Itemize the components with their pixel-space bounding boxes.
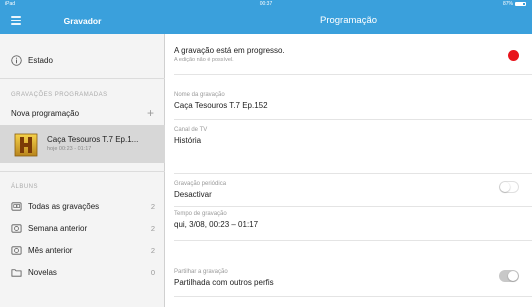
field-value: qui, 3/08, 00:23 – 01:17 bbox=[174, 220, 259, 229]
album-item-todas[interactable]: Todas as gravações 2 bbox=[0, 199, 165, 213]
section-header-scheduled: GRAVAÇÕES PROGRAMADAS bbox=[11, 92, 108, 98]
field-value: Desactivar bbox=[174, 190, 212, 199]
recording-name-field: Nome da gravação Caça Tesouros T.7 Ep.15… bbox=[174, 92, 522, 110]
album-count: 2 bbox=[150, 245, 155, 255]
album-icon bbox=[11, 223, 22, 233]
album-label: Mês anterior bbox=[28, 245, 73, 255]
field-label: Nome da gravação bbox=[174, 92, 225, 98]
divider bbox=[174, 74, 532, 75]
toggle-knob bbox=[500, 182, 510, 192]
divider bbox=[174, 240, 532, 241]
scheduled-item-subtitle: hoje 00:23 - 01:17 bbox=[47, 146, 92, 152]
page-title: Programação bbox=[319, 15, 378, 26]
album-item-novelas[interactable]: Novelas 0 bbox=[0, 265, 165, 279]
album-item-semana[interactable]: Semana anterior 2 bbox=[0, 221, 165, 235]
album-count: 2 bbox=[150, 201, 155, 211]
sidebar-item-estado[interactable]: Estado bbox=[0, 53, 165, 67]
share-recording-toggle[interactable] bbox=[499, 270, 519, 282]
recording-status-text: A gravação está em progresso. bbox=[174, 46, 285, 55]
field-value: História bbox=[174, 136, 202, 145]
toggle-knob bbox=[508, 271, 518, 281]
album-count: 2 bbox=[150, 223, 155, 233]
new-schedule-label: Nova programação bbox=[11, 108, 80, 118]
album-label: Todas as gravações bbox=[28, 201, 100, 211]
sidebar: Estado GRAVAÇÕES PROGRAMADAS Nova progra… bbox=[0, 34, 165, 307]
divider bbox=[174, 173, 532, 174]
field-value: Caça Tesouros T.7 Ep.152 bbox=[174, 101, 268, 110]
scheduled-item-title: Caça Tesouros T.7 Ep.1... bbox=[47, 135, 139, 144]
recording-status: A gravação está em progresso. A edição n… bbox=[174, 46, 522, 63]
periodic-recording-toggle[interactable] bbox=[499, 181, 519, 193]
folder-icon bbox=[11, 268, 22, 277]
info-icon bbox=[11, 54, 22, 66]
divider bbox=[174, 119, 532, 120]
album-count: 0 bbox=[150, 267, 155, 277]
battery-icon bbox=[515, 2, 526, 6]
detail-pane: A gravação está em progresso. A edição n… bbox=[166, 34, 532, 307]
album-icon bbox=[11, 245, 22, 255]
share-recording-field: Partilhar a gravação Partilhada com outr… bbox=[174, 269, 522, 287]
field-label: Partilhar a gravação bbox=[174, 269, 228, 275]
periodic-recording-field: Gravação periódica Desactivar bbox=[174, 181, 522, 199]
field-label: Gravação periódica bbox=[174, 181, 227, 187]
plus-icon[interactable]: + bbox=[147, 107, 154, 119]
battery-percent: 87% bbox=[502, 1, 513, 7]
history-channel-icon bbox=[12, 131, 40, 159]
new-schedule-button[interactable]: Nova programação + bbox=[0, 106, 165, 120]
recording-status-note: A edição não é possível. bbox=[174, 57, 234, 63]
sidebar-item-label: Estado bbox=[28, 55, 53, 65]
sidebar-title: Gravador bbox=[63, 16, 102, 26]
album-icon bbox=[11, 201, 22, 211]
album-label: Semana anterior bbox=[28, 223, 88, 233]
recording-time-field: Tempo de gravação qui, 3/08, 00:23 – 01:… bbox=[174, 211, 522, 229]
scheduled-recording-item[interactable]: Caça Tesouros T.7 Ep.1... hoje 00:23 - 0… bbox=[0, 125, 165, 163]
field-label: Canal de TV bbox=[174, 127, 208, 133]
navigation-bar: Gravador Programação bbox=[0, 8, 532, 34]
divider bbox=[0, 171, 165, 172]
divider bbox=[174, 296, 532, 297]
field-value: Partilhada com outros perfis bbox=[174, 278, 274, 287]
album-item-mes[interactable]: Mês anterior 2 bbox=[0, 243, 165, 257]
divider bbox=[174, 206, 532, 207]
battery-status: 87% bbox=[503, 0, 526, 8]
tv-channel-field: Canal de TV História bbox=[174, 127, 522, 145]
record-indicator-icon bbox=[508, 50, 519, 61]
divider bbox=[0, 78, 165, 79]
album-label: Novelas bbox=[28, 267, 57, 277]
status-time: 00:37 bbox=[259, 1, 273, 7]
section-header-albums: ÁLBUNS bbox=[11, 184, 39, 190]
status-bar: iPad 00:37 87% bbox=[0, 0, 532, 8]
field-label: Tempo de gravação bbox=[174, 211, 227, 217]
